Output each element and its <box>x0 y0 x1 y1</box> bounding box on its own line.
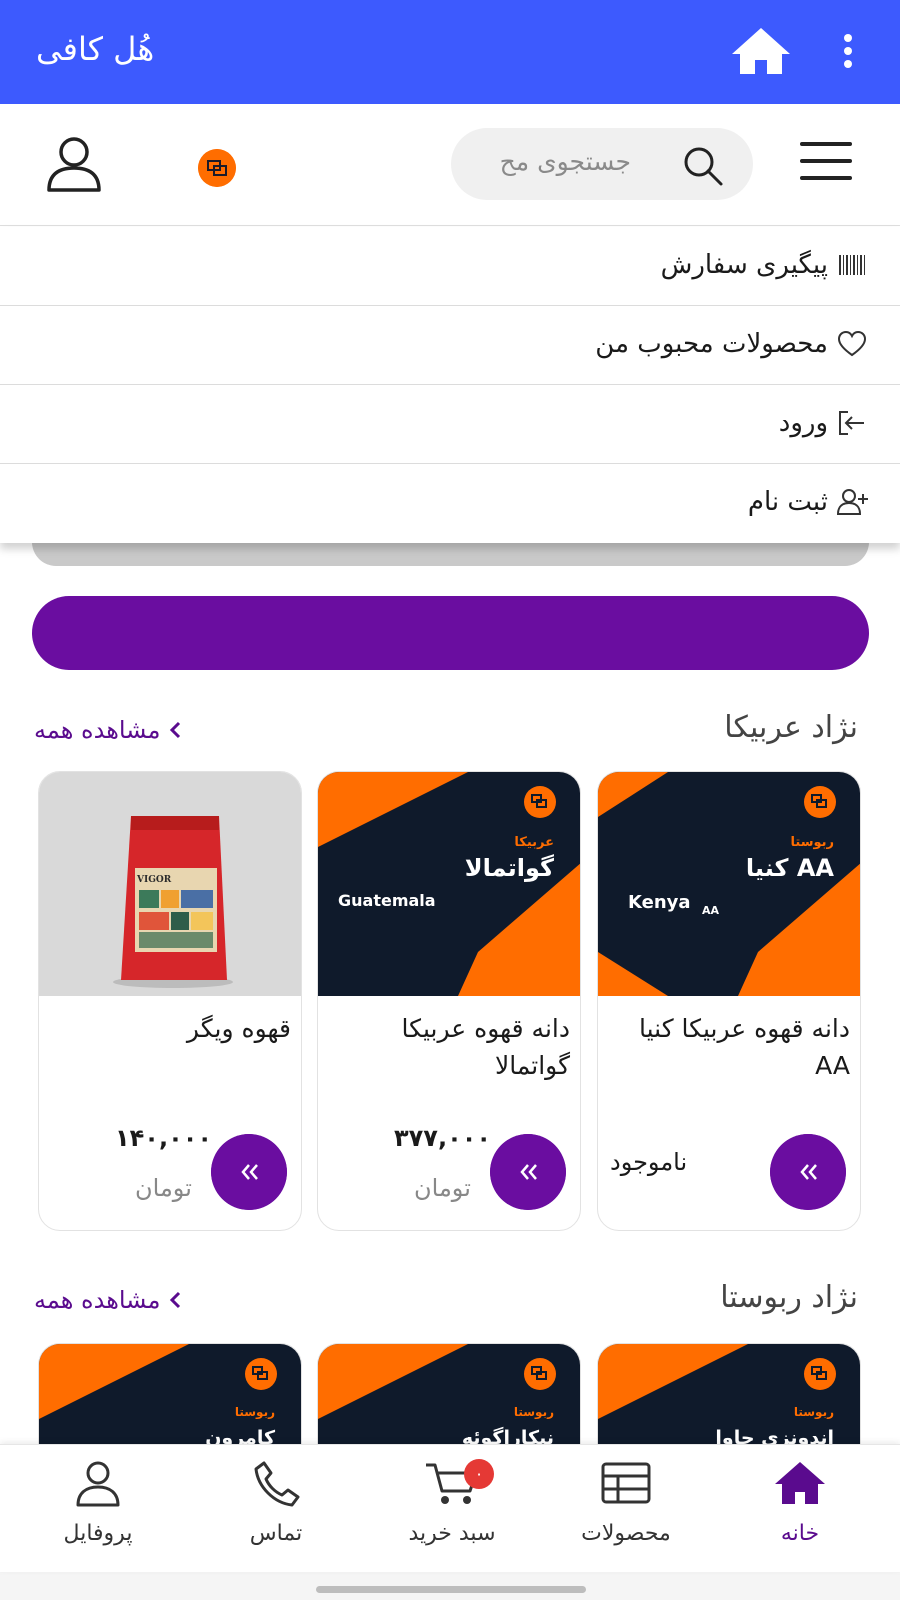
purple-banner-button[interactable] <box>32 596 869 670</box>
more-options-icon[interactable] <box>840 34 856 74</box>
product-image-vigor: VIGOR <box>39 772 301 996</box>
art-small-label: ربوستا <box>794 1405 834 1420</box>
home-icon[interactable] <box>730 26 792 76</box>
nav-label: پروفایل <box>63 1521 133 1546</box>
art-fa-label: گواتمالا <box>465 854 554 882</box>
chevron-left-icon <box>170 1291 181 1309</box>
home-gesture-pill[interactable] <box>316 1586 586 1593</box>
see-all-robusta-link[interactable]: مشاهده همه <box>34 1286 182 1314</box>
nav-cart[interactable]: ۰ سبد خرید <box>372 1459 532 1569</box>
nav-profile[interactable]: پروفایل <box>18 1459 178 1569</box>
bottom-navigation: خانه محصولات ۰ سبد خرید تماس پروفایل <box>0 1444 900 1572</box>
nav-label: سبد خرید <box>408 1521 496 1546</box>
brand-logo-icon[interactable] <box>198 149 236 187</box>
product-name: دانه قهوه عربیکا کنیا AA <box>638 1014 850 1080</box>
product-currency: تومان <box>135 1174 192 1202</box>
menu-item-label: ثبت نام <box>747 487 828 517</box>
product-card-kenya[interactable]: ربوستا کنیا AA Kenya AA دانه قهوه عربیکا… <box>597 771 861 1231</box>
product-image-kenya: ربوستا کنیا AA Kenya AA <box>598 772 860 996</box>
art-sub-label: AA <box>702 904 720 917</box>
nav-label: خانه <box>780 1521 820 1546</box>
art-small-label: ربوستا <box>235 1405 275 1420</box>
product-price: ۱۴۰,۰۰۰ <box>115 1124 213 1152</box>
see-all-label: مشاهده همه <box>34 716 161 744</box>
search-icon[interactable] <box>681 144 725 188</box>
search-input[interactable]: جستجوی مح <box>500 147 631 176</box>
user-icon[interactable] <box>44 134 104 194</box>
nav-contact[interactable]: تماس <box>196 1459 356 1569</box>
art-fa-label: کنیا AA <box>746 854 834 882</box>
app-bar: هُل کافی <box>0 0 900 104</box>
profile-icon <box>76 1461 120 1507</box>
menu-item-order-tracking[interactable]: پیگیری سفارش <box>0 227 900 306</box>
see-all-label: مشاهده همه <box>34 1286 161 1314</box>
menu-item-label: محصولات محبوب من <box>595 329 828 359</box>
dropdown-menu: پیگیری سفارش محصولات محبوب من ورود ثبت ن… <box>0 227 900 543</box>
menu-item-register[interactable]: ثبت نام <box>0 464 900 543</box>
chevron-left-icon <box>170 721 181 739</box>
login-icon <box>839 411 864 435</box>
search-box[interactable]: جستجوی مح <box>451 128 753 200</box>
product-card-vigor[interactable]: VIGOR قهوه ویگر ۱۴۰,۰۰۰ تومان <box>38 771 302 1231</box>
product-currency: تومان <box>414 1174 471 1202</box>
menu-item-login[interactable]: ورود <box>0 385 900 464</box>
heart-icon <box>837 330 867 357</box>
art-en-label: Kenya <box>628 892 691 913</box>
menu-item-label: پیگیری سفارش <box>660 250 828 280</box>
nav-label: محصولات <box>581 1521 671 1546</box>
product-image-guatemala: عربیکا گواتمالا Guatemala <box>318 772 580 996</box>
nav-label: تماس <box>249 1521 303 1546</box>
nav-products[interactable]: محصولات <box>546 1459 706 1569</box>
section-title-arabica: نژاد عربیکا <box>724 710 858 745</box>
double-chevron-button[interactable] <box>490 1134 566 1210</box>
art-small-label: ربوستا <box>514 1405 554 1420</box>
double-chevron-button[interactable] <box>211 1134 287 1210</box>
user-plus-icon <box>836 489 868 515</box>
pack-brand-label: VIGOR <box>136 875 172 885</box>
product-name: قهوه ویگر <box>186 1014 291 1043</box>
hamburger-icon[interactable] <box>800 142 852 182</box>
menu-item-label: ورود <box>778 408 828 438</box>
see-all-arabica-link[interactable]: مشاهده همه <box>34 716 182 744</box>
art-en-label: Guatemala <box>338 891 436 910</box>
art-small-label: عربیکا <box>514 835 554 850</box>
product-card-guatemala[interactable]: عربیکا گواتمالا Guatemala دانه قهوه عربی… <box>317 771 581 1231</box>
barcode-icon <box>839 255 865 275</box>
home-icon <box>775 1462 825 1504</box>
stock-status: ناموجود <box>610 1148 688 1176</box>
product-price: ۳۷۷,۰۰۰ <box>394 1124 492 1152</box>
menu-item-favorites[interactable]: محصولات محبوب من <box>0 306 900 385</box>
product-name: دانه قهوه عربیکا گواتمالا <box>401 1014 570 1080</box>
cart-count-badge: ۰ <box>464 1459 494 1489</box>
double-chevron-button[interactable] <box>770 1134 846 1210</box>
app-title: هُل کافی <box>36 30 155 68</box>
header-bar: جستجوی مح <box>0 104 900 226</box>
art-small-label: ربوستا <box>791 835 835 850</box>
phone-icon <box>254 1461 300 1507</box>
section-title-robusta: نژاد ربوستا <box>720 1280 858 1315</box>
grid-icon <box>601 1462 651 1504</box>
nav-home[interactable]: خانه <box>720 1459 880 1569</box>
